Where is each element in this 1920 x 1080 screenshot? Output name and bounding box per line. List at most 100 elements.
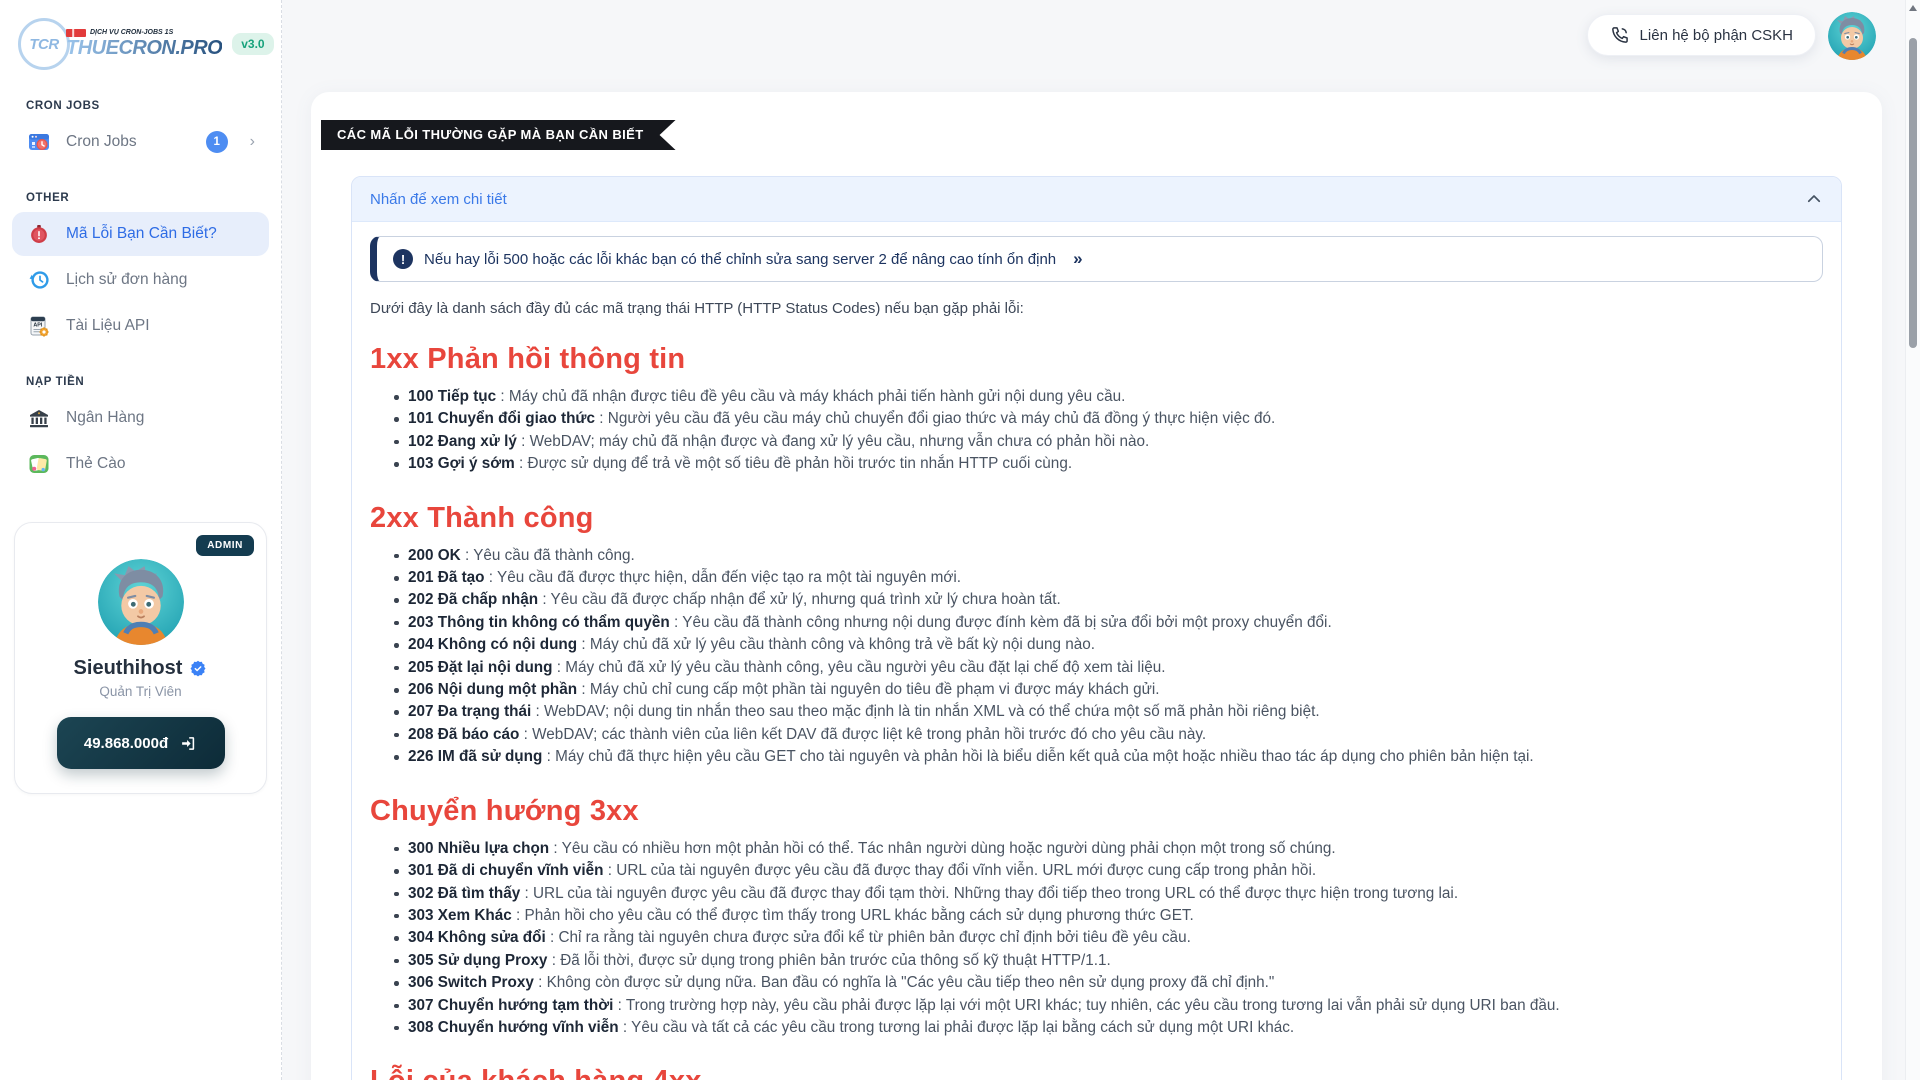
header-avatar[interactable] (1828, 12, 1876, 60)
sidebar-item-card[interactable]: Thẻ Cào (12, 442, 269, 486)
status-code-section: Lỗi của khách hàng 4xx400 Yêu cầu không … (370, 1065, 1823, 1080)
status-code-sections: 1xx Phản hồi thông tin 100 Tiếp tục : Máy… (370, 343, 1823, 1080)
version-badge: v3.0 (232, 33, 273, 55)
status-code-label: 204 Không có nội dung (408, 636, 577, 653)
status-code-item: 304 Không sửa đổi : Chỉ ra rằng tài nguy… (396, 927, 1823, 949)
page-title-ribbon: CÁC MÃ LỖI THƯỜNG GẶP MÀ BẠN CẦN BIẾT (321, 120, 676, 150)
status-code-item: 226 IM đã sử dụng : Máy chủ đã thực hiện… (396, 746, 1823, 768)
chevron-up-icon (1805, 190, 1823, 208)
status-code-item: 302 Đã tìm thấy : URL của tài nguyên đượ… (396, 883, 1823, 905)
chevron-right-icon: › (250, 133, 255, 151)
sidebar-item-cron-jobs[interactable]: Cron Jobs1› (12, 120, 269, 164)
status-code-label: 205 Đặt lại nội dung (408, 659, 553, 676)
status-code-item: 200 OK : Yêu cầu đã thành công. (396, 545, 1823, 567)
contact-support-button[interactable]: Liên hệ bộ phận CSKH (1587, 14, 1816, 56)
status-code-item: 307 Chuyển hướng tạm thời : Trong trường… (396, 995, 1823, 1017)
status-code-item: 303 Xem Khác : Phản hồi cho yêu cầu có t… (396, 905, 1823, 927)
status-code-label: 306 Switch Proxy (408, 974, 534, 991)
panel-toggle[interactable]: Nhấn để xem chi tiết (352, 177, 1841, 222)
status-code-label: 300 Nhiều lựa chọn (408, 840, 549, 857)
logo-red-chip-icon (66, 29, 86, 37)
status-code-item: 102 Đang xử lý : WebDAV; máy chủ đã nhận… (396, 431, 1823, 453)
status-code-label: 301 Đã di chuyển vĩnh viễn (408, 862, 604, 879)
sidebar-nav: CRON JOBSCron Jobs1›OTHERMã Lỗi Bạn Cần … (0, 100, 281, 486)
logo[interactable]: TCR DỊCH VỤ CRON-JOBS 1S THUECRON.PRO v3… (0, 16, 281, 72)
status-code-label: 208 Đã báo cáo (408, 726, 519, 743)
status-code-item: 206 Nội dung một phần : Máy chủ chỉ cung… (396, 679, 1823, 701)
logo-tcr-icon: TCR (18, 18, 70, 70)
sidebar-item-error-codes[interactable]: Mã Lỗi Bạn Cần Biết? (12, 212, 269, 256)
sidebar-item-label: Cron Jobs (66, 133, 137, 151)
status-code-label: 201 Đã tạo (408, 569, 485, 586)
content-card: CÁC MÃ LỖI THƯỜNG GẶP MÀ BẠN CẦN BIẾT Nh… (311, 92, 1882, 1080)
status-code-item: 204 Không có nội dung : Máy chủ đã xử lý… (396, 634, 1823, 656)
cron-jobs-icon (26, 129, 52, 155)
status-code-label: 308 Chuyển hướng vĩnh viễn (408, 1019, 619, 1036)
avatar (98, 559, 184, 645)
status-code-label: 302 Đã tìm thấy (408, 885, 520, 902)
sidebar-item-label: Lịch sử đơn hàng (66, 271, 187, 289)
status-code-label: 307 Chuyển hướng tạm thời (408, 997, 613, 1014)
status-code-item: 308 Chuyển hướng vĩnh viễn : Yêu cầu và … (396, 1017, 1823, 1039)
topbar: Liên hệ bộ phận CSKH (282, 0, 1920, 73)
sidebar-section-label: OTHER (0, 192, 281, 204)
sidebar: TCR DỊCH VỤ CRON-JOBS 1S THUECRON.PRO v3… (0, 0, 282, 1080)
status-code-item: 101 Chuyển đổi giao thức : Người yêu cầu… (396, 408, 1823, 430)
phone-icon (1610, 25, 1630, 45)
status-code-item: 300 Nhiều lựa chọn : Yêu cầu có nhiều hơ… (396, 838, 1823, 860)
status-code-label: 303 Xem Khác (408, 907, 512, 924)
status-code-label: 206 Nội dung một phần (408, 681, 577, 698)
server-tip-alert[interactable]: ! Nếu hay lỗi 500 hoặc các lỗi khác bạn … (370, 236, 1823, 282)
status-code-item: 100 Tiếp tục : Máy chủ đã nhận được tiêu… (396, 386, 1823, 408)
status-code-label: 202 Đã chấp nhận (408, 591, 538, 608)
status-code-section: 2xx Thành công 200 OK : Yêu cầu đã thành … (370, 502, 1823, 769)
logo-name: THUECRON.PRO (66, 37, 222, 59)
status-code-item: 207 Đa trạng thái : WebDAV; nội dung tin… (396, 701, 1823, 723)
status-code-list: 300 Nhiều lựa chọn : Yêu cầu có nhiều hơ… (370, 838, 1823, 1040)
error-codes-icon (26, 221, 52, 247)
status-code-item: 205 Đặt lại nội dung : Máy chủ đã xử lý … (396, 657, 1823, 679)
status-code-label: 226 IM đã sử dụng (408, 748, 542, 765)
order-history-icon (26, 267, 52, 293)
logo-tagline: DỊCH VỤ CRON-JOBS 1S (66, 29, 222, 37)
status-code-item: 203 Thông tin không có thẩm quyền : Yêu … (396, 612, 1823, 634)
sidebar-item-label: Mã Lỗi Bạn Cần Biết? (66, 225, 217, 243)
status-code-label: 102 Đang xử lý (408, 433, 517, 450)
status-code-label: 101 Chuyển đổi giao thức (408, 410, 595, 427)
status-code-item: 301 Đã di chuyển vĩnh viễn : URL của tài… (396, 860, 1823, 882)
api-docs-icon: API (26, 313, 52, 339)
user-role: Quản Trị Viên (31, 684, 250, 699)
scrollbar[interactable] (1905, 0, 1920, 1080)
status-code-section: Chuyển hướng 3xx300 Nhiều lựa chọn : Yêu… (370, 795, 1823, 1040)
scroll-up-arrow-icon[interactable] (1909, 5, 1917, 11)
main-area: Liên hệ bộ phận CSKH CÁC MÃ LỖI THƯỜNG G… (282, 0, 1920, 1080)
admin-badge: ADMIN (196, 535, 254, 556)
status-code-list: 100 Tiếp tục : Máy chủ đã nhận được tiêu… (370, 386, 1823, 476)
details-panel: Nhấn để xem chi tiết ! Nếu hay lỗi 500 h… (351, 176, 1842, 1080)
intro-text: Dưới đây là danh sách đầy đủ các mã trạn… (370, 300, 1823, 317)
status-code-item: 305 Sử dụng Proxy : Đã lỗi thời, được sử… (396, 950, 1823, 972)
verified-badge-icon (189, 660, 207, 678)
status-code-item: 202 Đã chấp nhận : Yêu cầu đã được chấp … (396, 589, 1823, 611)
section-heading: Lỗi của khách hàng 4xx (370, 1065, 1823, 1080)
status-code-item: 201 Đã tạo : Yêu cầu đã được thực hiện, … (396, 567, 1823, 589)
section-heading: 1xx Phản hồi thông tin (370, 343, 1823, 376)
status-code-item: 306 Switch Proxy : Không còn được sử dụn… (396, 972, 1823, 994)
status-code-label: 207 Đa trạng thái (408, 703, 531, 720)
sidebar-item-label: Tài Liệu API (66, 317, 150, 335)
status-code-item: 208 Đã báo cáo : WebDAV; các thành viên … (396, 724, 1823, 746)
section-heading: 2xx Thành công (370, 502, 1823, 535)
status-code-label: 203 Thông tin không có thẩm quyền (408, 614, 670, 631)
sidebar-item-api-docs[interactable]: API Tài Liệu API (12, 304, 269, 348)
sidebar-item-order-history[interactable]: Lịch sử đơn hàng (12, 258, 269, 302)
exclamation-icon: ! (393, 249, 413, 269)
username: Sieuthihost (74, 657, 183, 680)
balance-logout-button[interactable]: 49.868.000đ (57, 717, 225, 769)
double-chevron-icon: » (1073, 249, 1081, 269)
scrollbar-thumb[interactable] (1909, 38, 1917, 348)
sidebar-item-bank[interactable]: Ngân Hàng (12, 396, 269, 440)
logout-icon (180, 735, 197, 752)
status-code-list: 200 OK : Yêu cầu đã thành công.201 Đã tạ… (370, 545, 1823, 769)
status-code-label: 304 Không sửa đổi (408, 929, 546, 946)
balance-amount: 49.868.000đ (84, 735, 168, 752)
